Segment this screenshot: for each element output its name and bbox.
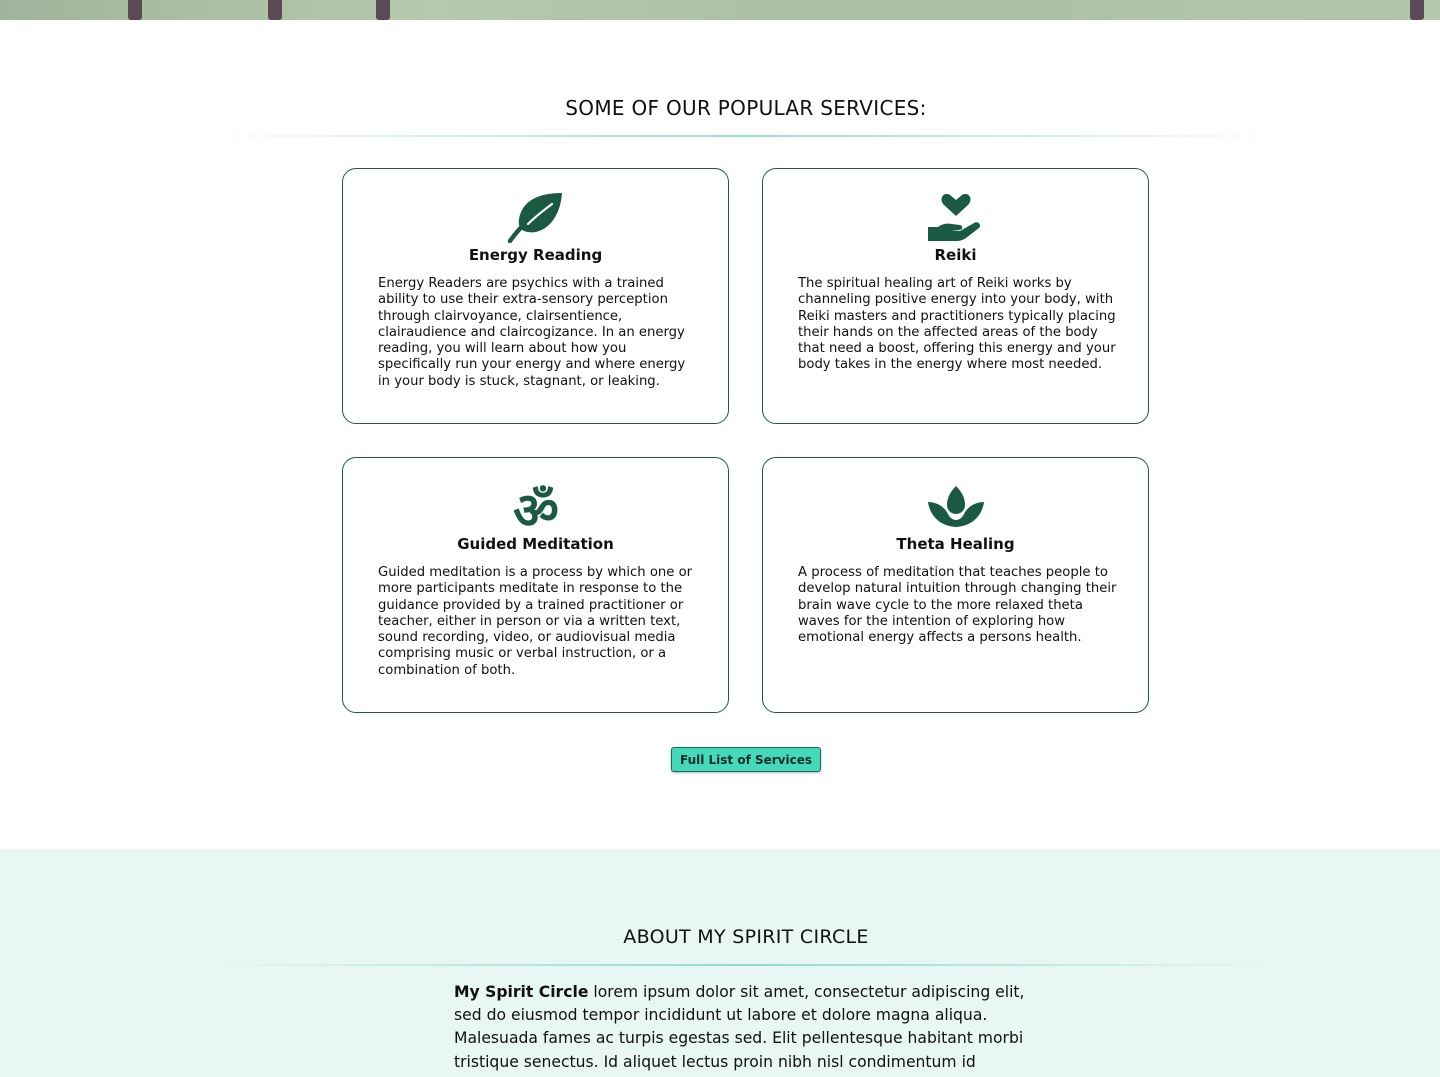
card-title: Energy Reading — [468, 246, 603, 264]
card-description: The spiritual healing art of Reiki works… — [798, 276, 1116, 373]
about-divider — [210, 964, 1280, 966]
card-title: Reiki — [934, 246, 977, 264]
leaf-icon — [343, 191, 728, 243]
hero-image-strip — [0, 0, 1440, 20]
card-description: Energy Readers are psychics with a train… — [378, 276, 686, 389]
brand-name: My Spirit Circle — [454, 983, 589, 1001]
svg-text:ॐ: ॐ — [513, 482, 559, 532]
card-description: A process of meditation that teaches peo… — [798, 565, 1117, 646]
service-card-energy-reading: Energy Reading Energy Readers are psychi… — [342, 168, 729, 424]
card-title: Guided Meditation — [457, 535, 614, 553]
about-section: ABOUT MY SPIRIT CIRCLE My Spirit Circle … — [0, 849, 1440, 1077]
hand-holding-heart-icon — [763, 191, 1148, 243]
card-title: Theta Healing — [896, 535, 1015, 553]
service-card-guided-meditation: ॐ Guided Meditation Guided meditation is… — [342, 457, 729, 713]
services-heading: SOME OF OUR POPULAR SERVICES: — [565, 96, 927, 120]
lotus-icon — [763, 480, 1148, 532]
about-paragraph: My Spirit Circle lorem ipsum dolor sit a… — [454, 981, 1034, 1074]
services-divider — [200, 135, 1290, 137]
service-card-theta-healing: Theta Healing A process of meditation th… — [762, 457, 1149, 713]
om-icon: ॐ — [343, 480, 728, 532]
full-list-of-services-button[interactable]: Full List of Services — [671, 747, 821, 772]
service-card-reiki: Reiki The spiritual healing art of Reiki… — [762, 168, 1149, 424]
about-heading: ABOUT MY SPIRIT CIRCLE — [623, 926, 869, 948]
card-description: Guided meditation is a process by which … — [378, 565, 693, 678]
